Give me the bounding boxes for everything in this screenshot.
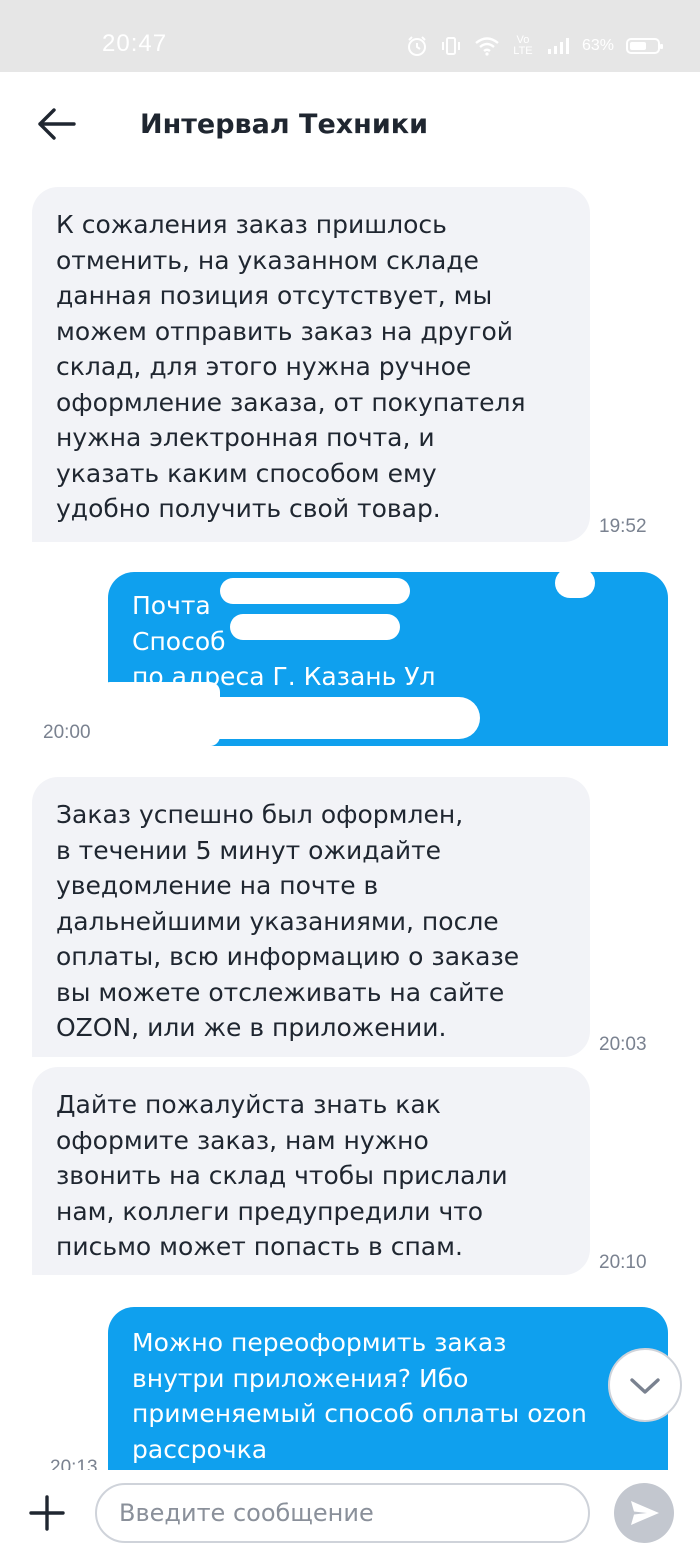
status-icons: Vo LTE 63%: [406, 33, 663, 59]
attach-button[interactable]: [28, 1494, 66, 1532]
send-button[interactable]: [614, 1483, 674, 1543]
message-line: данная позиция отсутствует, мы: [56, 281, 493, 310]
message-line: в течении 5 минут ожидайте: [56, 835, 442, 865]
message-line: склад, для этого нужна ручное: [56, 352, 472, 381]
message-line: звонить на склад чтобы прислали: [56, 1161, 508, 1190]
message-line: отменить, на указанном складе: [56, 245, 479, 275]
battery-icon: [626, 38, 663, 54]
message-line: уведомление на почте в: [56, 871, 379, 900]
battery-percent: 63%: [581, 37, 614, 54]
message-line: нужна электронная почта, и: [56, 423, 435, 452]
message-line: дальнейшими указаниями, после: [56, 906, 499, 936]
message-time: 20:03: [599, 1034, 647, 1055]
vibrate-icon: [441, 37, 460, 55]
redaction-mark: [555, 568, 595, 598]
message-time: 19:52: [599, 516, 647, 537]
message-line: удобно получить свой товар.: [56, 494, 441, 523]
message-line: оплаты, всю информацию о заказе: [56, 942, 520, 971]
alarm-icon: [407, 36, 426, 56]
message-line: Заказ успешно был оформлен,: [56, 800, 464, 829]
message-time: 20:13: [50, 1457, 98, 1470]
message-line: указать каким способом ему: [56, 458, 437, 488]
redaction-mark: [100, 682, 220, 746]
message-line: внутри приложения? Ибо: [132, 1363, 469, 1393]
message-line: оформите заказ, нам нужно: [56, 1125, 429, 1155]
chat-title: Интервал Техники: [140, 109, 428, 140]
redaction-mark: [220, 578, 410, 604]
signal-icon: [547, 38, 569, 54]
outgoing-message[interactable]: Можно переоформить заказ внутри приложен…: [108, 1307, 668, 1470]
redaction-mark: [230, 614, 400, 640]
wifi-icon: [475, 37, 499, 56]
message-line: письмо может попасть в спам.: [56, 1232, 463, 1261]
message-line: К сожаления заказ пришлось: [56, 210, 447, 239]
send-icon: [631, 1501, 659, 1525]
back-button[interactable]: [34, 102, 78, 146]
message-line: Дайте пожалуйста знать как: [56, 1090, 441, 1119]
plus-icon: [29, 1495, 65, 1531]
message-line: нам, коллеги предупредили что: [56, 1196, 484, 1226]
message-line: оформление заказа, от покупателя: [56, 387, 526, 417]
message-list[interactable]: К сожаления заказ пришлось отменить, на …: [0, 182, 700, 1470]
message-line: можем отправить заказ на другой: [56, 316, 513, 346]
status-bar: 20:47 Vo LTE 63%: [0, 0, 700, 72]
message-time: 20:00: [43, 722, 91, 743]
status-time: 20:47: [102, 30, 168, 57]
scroll-down-button[interactable]: [608, 1348, 682, 1422]
message-line: OZON, или же в приложении.: [56, 1013, 447, 1042]
incoming-message[interactable]: Дайте пожалуйста знать как оформите зака…: [32, 1067, 590, 1275]
arrow-left-icon: [38, 108, 76, 140]
message-time: 20:10: [599, 1252, 647, 1273]
volte-label: Vo LTE: [513, 34, 533, 57]
chevron-down-icon: [630, 1378, 660, 1394]
incoming-message[interactable]: К сожаления заказ пришлось отменить, на …: [32, 187, 590, 542]
message-composer: [0, 1470, 700, 1556]
incoming-message[interactable]: Заказ успешно был оформлен, в течении 5 …: [32, 777, 590, 1057]
message-input[interactable]: [95, 1483, 590, 1543]
message-line: применяемый способ оплаты ozon: [132, 1399, 587, 1428]
chat-header: Интервал Техники: [0, 72, 700, 182]
message-line: Можно переоформить заказ: [132, 1328, 507, 1357]
message-line: рассрочка: [132, 1434, 268, 1464]
message-line: вы можете отслеживать на сайте: [56, 977, 505, 1007]
